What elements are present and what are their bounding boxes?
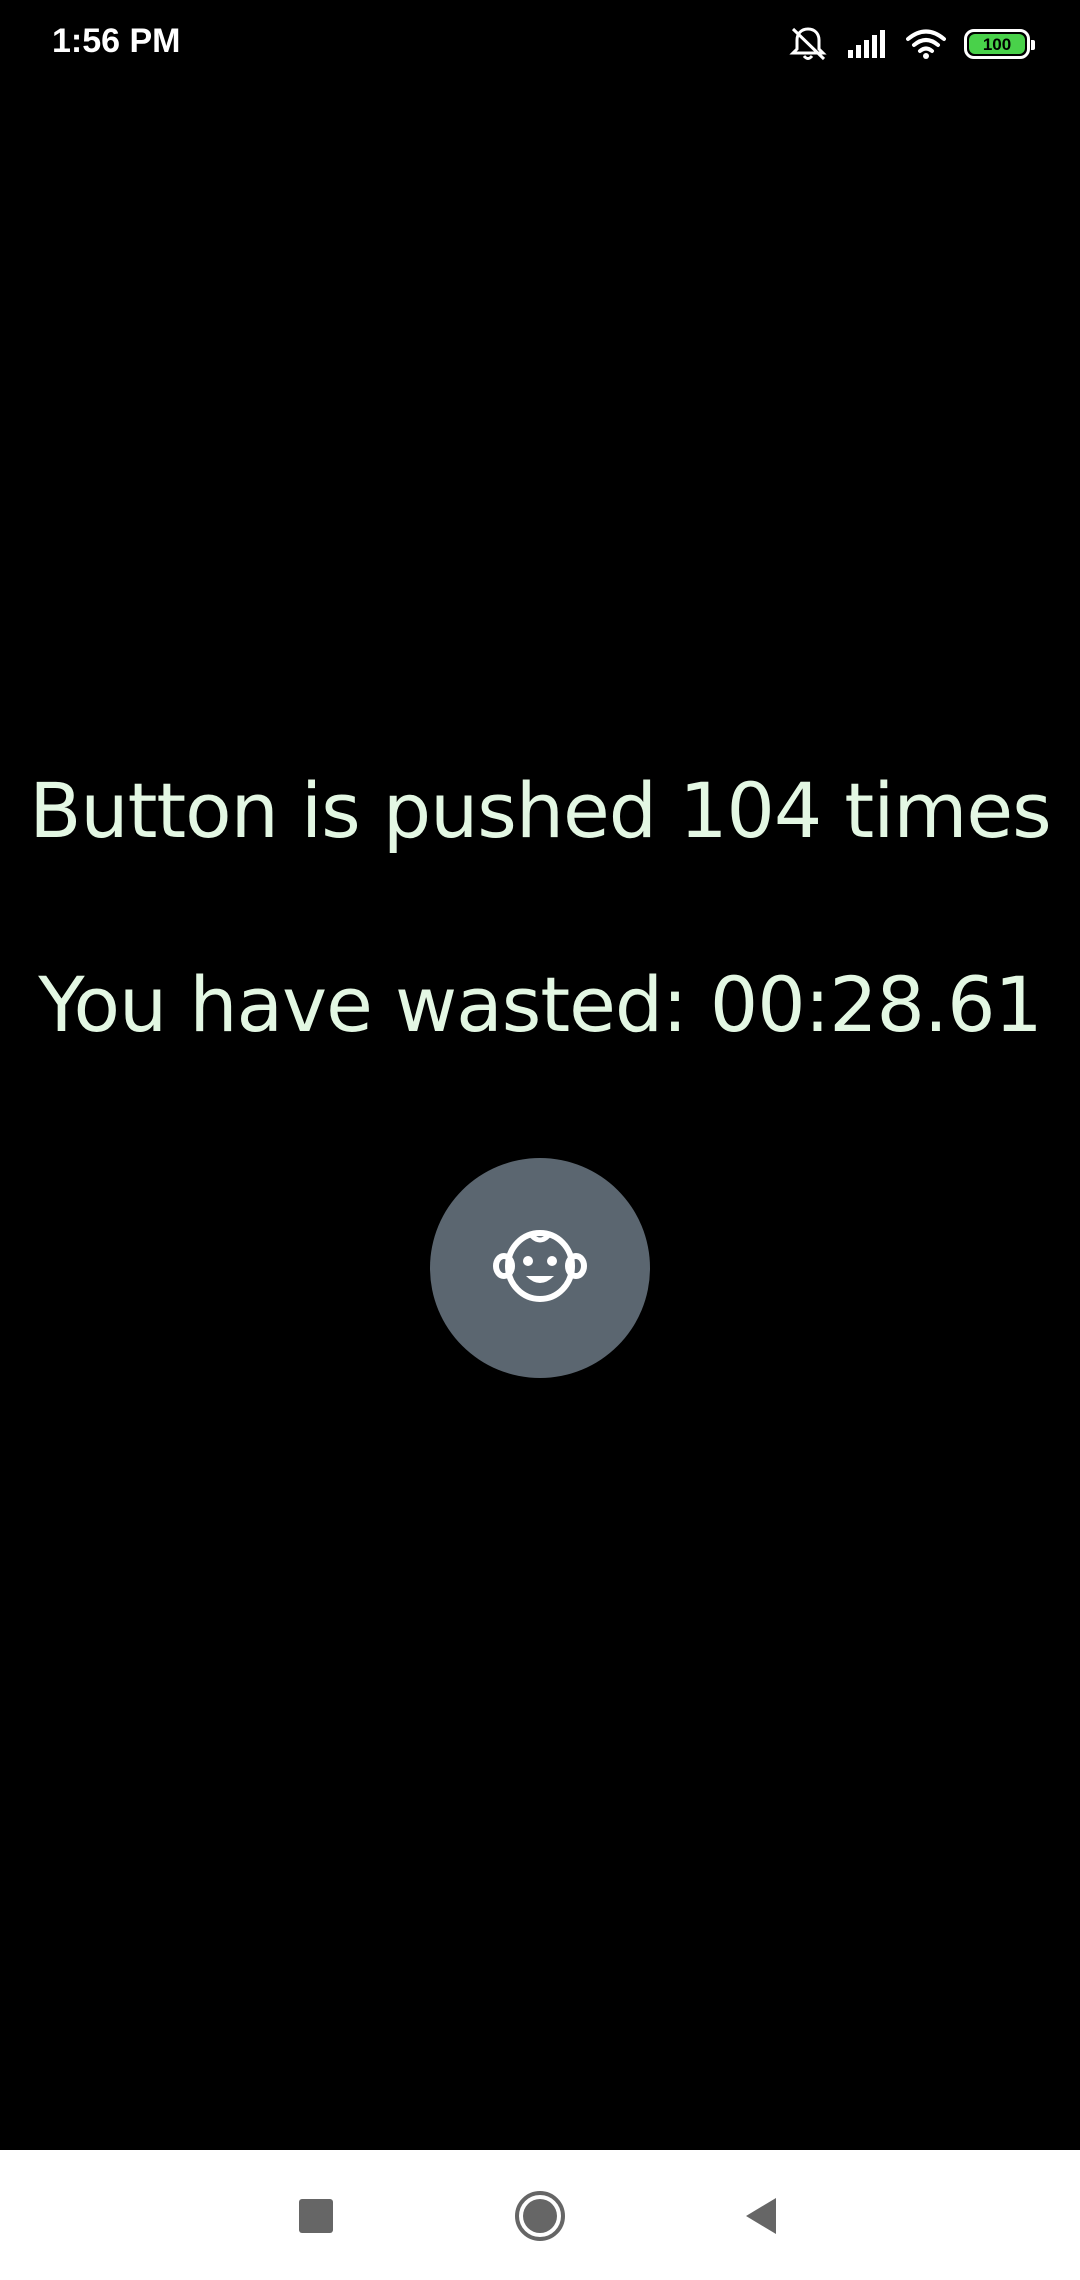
status-icons: 100 <box>788 24 1035 64</box>
recent-apps-button[interactable] <box>276 2178 356 2258</box>
battery-fill: 100 <box>969 34 1025 54</box>
mute-icon <box>788 25 828 63</box>
baby-face-icon <box>492 1226 588 1311</box>
status-bar: 1:56 PM 100 <box>0 0 1080 90</box>
battery-cap <box>1031 40 1035 50</box>
circle-icon <box>513 2189 567 2248</box>
wifi-icon <box>906 28 946 60</box>
back-button[interactable] <box>722 2178 802 2258</box>
signal-icon <box>846 28 888 60</box>
wasted-time-text: You have wasted: 00:28.61 <box>38 960 1043 1049</box>
battery-icon: 100 <box>964 29 1035 59</box>
app-screen: 1:56 PM 100 Button is pushed 104 times Y… <box>0 0 1080 2280</box>
square-icon <box>298 2198 334 2239</box>
home-button[interactable] <box>500 2178 580 2258</box>
back-triangle-icon <box>742 2196 782 2241</box>
push-count-text: Button is pushed 104 times <box>29 766 1051 855</box>
battery-level: 100 <box>982 34 1012 54</box>
status-time: 1:56 PM <box>52 22 181 60</box>
navigation-bar <box>0 2150 1080 2280</box>
push-button[interactable] <box>430 1158 650 1378</box>
